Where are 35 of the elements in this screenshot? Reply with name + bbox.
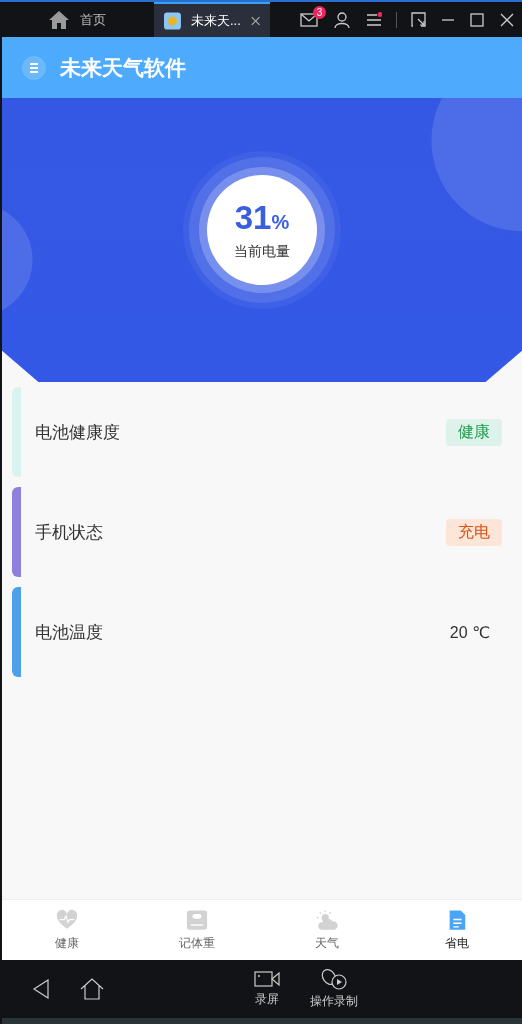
heart-icon — [56, 908, 78, 931]
status-tag: 充电 — [446, 518, 502, 546]
toolbar-button[interactable]: 录屏 — [254, 970, 280, 1008]
camera-icon — [254, 970, 280, 988]
status-tag: 健康 — [446, 418, 502, 446]
nav-tab[interactable]: 健康 — [2, 900, 132, 960]
home-icon[interactable] — [80, 978, 104, 1000]
mail-icon — [300, 12, 318, 27]
resize-icon — [411, 12, 426, 27]
close-icon[interactable] — [250, 14, 260, 27]
app-title: 未来天气软件 — [60, 54, 186, 81]
battery-percent: 31 — [234, 199, 272, 237]
stat-label: 手机状态 — [35, 521, 103, 544]
user-icon — [334, 11, 350, 28]
menu-icon — [366, 11, 382, 28]
stat-value: 20 ℃ — [448, 622, 491, 643]
tab[interactable]: 首页 — [0, 2, 154, 37]
nav-tab[interactable]: 省电 — [392, 900, 522, 960]
mouse-play-icon — [320, 968, 348, 990]
weather-icon — [316, 908, 338, 931]
percent-sign: % — [271, 211, 290, 234]
maximize-icon — [470, 12, 484, 27]
stat-label: 电池健康度 — [35, 421, 120, 444]
tab[interactable]: 未来天... — [154, 2, 270, 37]
nav-tab[interactable]: 记体重 — [132, 900, 262, 960]
scale-icon — [186, 908, 208, 931]
stat-label: 电池温度 — [35, 621, 103, 644]
toolbar-button[interactable]: 操作录制 — [310, 968, 358, 1010]
notification-badge: 3 — [313, 5, 326, 19]
close-icon — [500, 12, 514, 27]
battery-label: 当前电量 — [234, 243, 290, 261]
nav-tab[interactable]: 天气 — [262, 900, 392, 960]
back-icon[interactable] — [32, 979, 50, 999]
home-icon — [48, 9, 70, 30]
minimize-icon — [442, 18, 454, 21]
